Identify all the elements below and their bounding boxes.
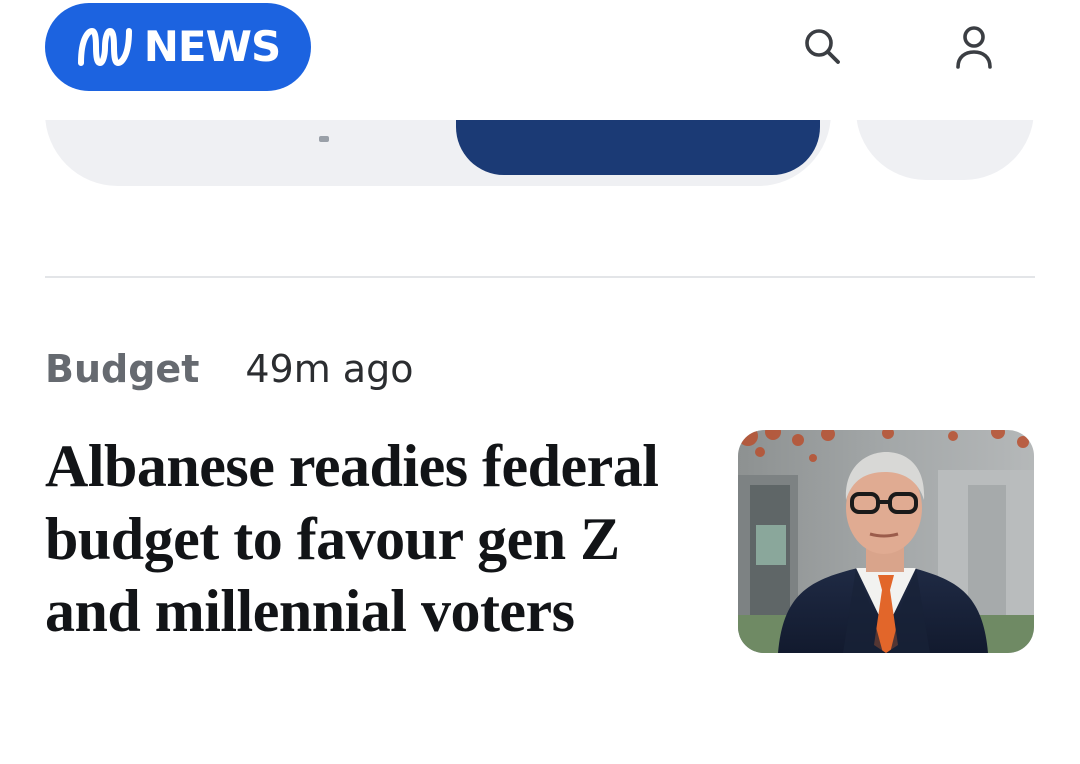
user-icon bbox=[956, 26, 992, 69]
abc-news-logo[interactable]: NEWS bbox=[45, 3, 311, 91]
story-timestamp: 49m ago bbox=[245, 347, 414, 391]
news-home-page: NEWS Budget 49m ago Albanese readies fed… bbox=[0, 0, 1080, 764]
account-button[interactable] bbox=[944, 17, 1004, 77]
search-button[interactable] bbox=[792, 17, 852, 77]
search-icon bbox=[805, 29, 840, 64]
carousel-text-fragment bbox=[319, 136, 329, 142]
abc-lissajous-icon bbox=[77, 28, 132, 66]
story-headline[interactable]: Albanese readies federal budget to favou… bbox=[45, 430, 705, 648]
story-meta: Budget 49m ago bbox=[45, 345, 413, 393]
app-header: NEWS bbox=[0, 0, 1080, 120]
story-thumbnail[interactable] bbox=[738, 430, 1034, 653]
logo-text: NEWS bbox=[143, 22, 281, 71]
story-photo bbox=[738, 430, 1034, 653]
section-divider bbox=[45, 276, 1035, 278]
story-topic-label[interactable]: Budget bbox=[45, 345, 199, 393]
